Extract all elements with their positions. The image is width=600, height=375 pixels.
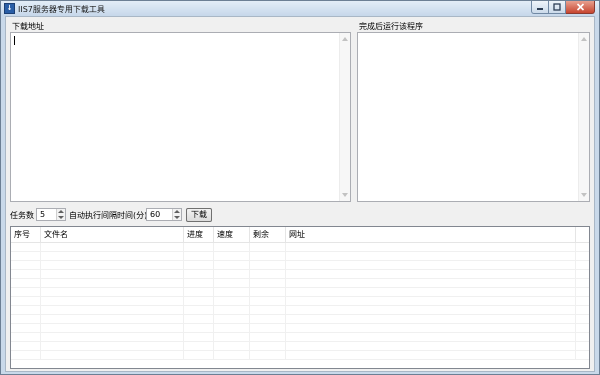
task-list[interactable]: 序号 文件名 进度 速度 剩余 网址: [10, 226, 590, 369]
spin-down-icon[interactable]: [174, 216, 180, 219]
empty-row-lines: [11, 288, 589, 297]
window-title: IIS7服务器专用下载工具: [18, 5, 105, 14]
run-after-label: 完成后运行该程序: [359, 22, 423, 31]
interval-stepper[interactable]: 60: [146, 208, 182, 221]
spin-down-icon[interactable]: [58, 216, 64, 219]
empty-row-lines: [11, 252, 589, 261]
close-button[interactable]: [566, 1, 595, 14]
column-header-speed[interactable]: 速度: [214, 227, 250, 243]
download-button[interactable]: 下载: [186, 208, 212, 222]
maximize-button[interactable]: [549, 1, 566, 14]
column-header-index[interactable]: 序号: [11, 227, 41, 243]
close-icon: [576, 3, 584, 11]
empty-row-lines: [11, 324, 589, 333]
column-header-remaining[interactable]: 剩余: [250, 227, 286, 243]
scroll-down-icon[interactable]: [581, 193, 587, 197]
empty-row-lines: [11, 342, 589, 351]
text-caret: [14, 36, 15, 45]
scroll-up-icon[interactable]: [581, 37, 587, 41]
empty-row-lines: [11, 261, 589, 270]
window-controls: [531, 1, 595, 14]
download-urls-scrollbar[interactable]: [339, 33, 350, 201]
scroll-up-icon[interactable]: [342, 37, 348, 41]
task-count-spin-buttons[interactable]: [56, 209, 65, 220]
run-after-input[interactable]: [357, 32, 590, 202]
main-window: ↓ IIS7服务器专用下载工具 下载地址 完成后运行该程序 任务数 5 自动执行…: [0, 0, 600, 375]
download-urls-input[interactable]: [10, 32, 351, 202]
task-count-label: 任务数: [10, 211, 34, 220]
task-list-rows: [11, 243, 589, 360]
empty-row-lines: [11, 297, 589, 306]
task-count-value: 5: [40, 210, 46, 219]
task-list-header: 序号 文件名 进度 速度 剩余 网址: [11, 227, 589, 243]
spin-up-icon[interactable]: [58, 210, 64, 213]
empty-row-lines: [11, 279, 589, 288]
client-area: 下载地址 完成后运行该程序 任务数 5 自动执行间隔时间(分) 60 下载 序号…: [5, 16, 595, 372]
column-header-progress[interactable]: 进度: [184, 227, 214, 243]
run-after-scrollbar[interactable]: [578, 33, 589, 201]
task-count-stepper[interactable]: 5: [36, 208, 66, 221]
empty-row-lines: [11, 315, 589, 324]
interval-label: 自动执行间隔时间(分): [69, 211, 148, 220]
interval-value: 60: [150, 210, 161, 219]
title-bar[interactable]: ↓ IIS7服务器专用下载工具: [1, 1, 599, 16]
scroll-down-icon[interactable]: [342, 193, 348, 197]
empty-row-lines: [11, 306, 589, 315]
interval-spin-buttons[interactable]: [172, 209, 181, 220]
empty-row-lines: [11, 333, 589, 342]
empty-row-lines: [11, 270, 589, 279]
download-urls-label: 下载地址: [12, 22, 44, 31]
column-header-url[interactable]: 网址: [286, 227, 576, 243]
spin-up-icon[interactable]: [174, 210, 180, 213]
maximize-icon: [553, 3, 561, 11]
app-logo-icon: ↓: [4, 3, 15, 14]
empty-row-lines: [11, 243, 589, 252]
empty-row-lines: [11, 351, 589, 360]
minimize-button[interactable]: [531, 1, 549, 14]
minimize-icon: [537, 8, 543, 10]
column-header-filename[interactable]: 文件名: [41, 227, 184, 243]
column-header-filler: [576, 227, 589, 243]
